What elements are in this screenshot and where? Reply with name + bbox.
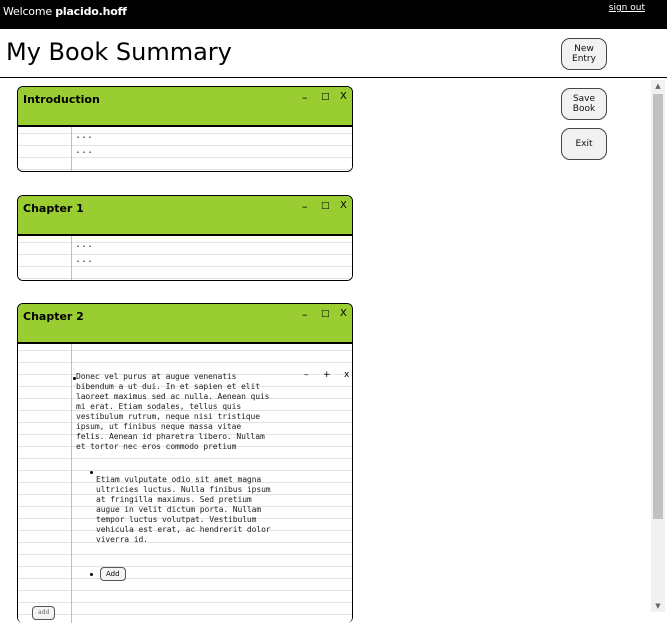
vertical-scrollbar[interactable]: ▲ ▼ (651, 80, 665, 612)
panel-title: Chapter 1 (23, 202, 84, 215)
scroll-down-arrow-icon[interactable]: ▼ (651, 600, 665, 612)
panel-body: ... ... (18, 236, 352, 280)
panel-title: Chapter 2 (23, 310, 84, 323)
margin-line (71, 127, 72, 171)
expand-entry-icon[interactable]: + (323, 370, 331, 380)
save-book-button[interactable]: Save Book (561, 88, 607, 120)
scroll-up-arrow-icon[interactable]: ▲ (651, 80, 665, 92)
sign-out-link[interactable]: sign out (609, 3, 645, 13)
panel-body: ... ... (18, 127, 352, 171)
close-icon[interactable]: X (340, 91, 347, 102)
minimize-icon[interactable]: – (302, 308, 308, 321)
panel-header: Chapter 1 – □ X (18, 196, 352, 236)
minimize-icon[interactable]: – (302, 91, 308, 104)
delete-entry-icon[interactable]: x (344, 370, 349, 380)
panel-title: Introduction (23, 93, 100, 106)
collapse-entry-icon[interactable]: – (304, 370, 309, 380)
scroll-thumb[interactable] (653, 94, 663, 519)
welcome-message: Welcome placido.hoff (3, 5, 127, 18)
exit-button[interactable]: Exit (561, 128, 607, 160)
close-icon[interactable]: X (340, 308, 347, 319)
placeholder-line[interactable]: ... (75, 239, 93, 250)
panel-header: Introduction – □ X (18, 87, 352, 127)
maximize-icon[interactable]: □ (321, 201, 330, 211)
close-icon[interactable]: X (340, 200, 347, 211)
entry-text[interactable]: Etiam vulputate odio sit amet magna ultr… (96, 475, 271, 545)
panel-header: Chapter 2 – □ X (18, 304, 352, 344)
username: placido.hoff (55, 5, 127, 18)
placeholder-line[interactable]: ... (75, 145, 93, 156)
bullet-icon (90, 573, 93, 576)
new-entry-button[interactable]: New Entry (561, 38, 607, 70)
maximize-icon[interactable]: □ (321, 92, 330, 102)
minimize-icon[interactable]: – (302, 200, 308, 213)
placeholder-line[interactable]: ... (75, 130, 93, 141)
chapter-panel-chapter-1: Chapter 1 – □ X ... ... (17, 195, 353, 281)
bullet-icon (90, 471, 93, 474)
panel-body: Donec vel purus at augue venenatis biben… (18, 344, 352, 623)
margin-line (71, 344, 72, 623)
margin-line (71, 236, 72, 280)
add-button[interactable]: add (32, 606, 56, 620)
add-entry-button[interactable]: Add (100, 567, 126, 581)
maximize-icon[interactable]: □ (321, 309, 330, 319)
page-title: My Book Summary (6, 38, 232, 66)
entry-text[interactable]: Donec vel purus at augue venenatis biben… (76, 372, 269, 452)
chapter-panel-introduction: Introduction – □ X ... ... (17, 86, 353, 172)
placeholder-line[interactable]: ... (75, 254, 93, 265)
chapter-panel-chapter-2: Chapter 2 – □ X Donec vel purus at augue… (17, 303, 353, 623)
top-bar: Welcome placido.hoff sign out (0, 0, 667, 29)
